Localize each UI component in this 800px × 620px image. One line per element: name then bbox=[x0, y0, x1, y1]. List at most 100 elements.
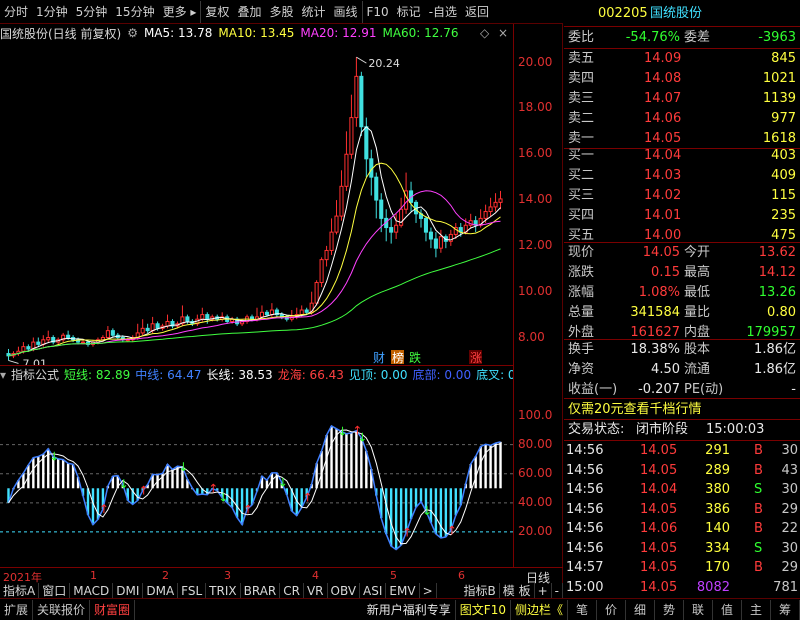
indicator-tab-7[interactable]: BRAR bbox=[241, 583, 281, 599]
event-marker-0[interactable]: 财 bbox=[373, 351, 385, 365]
toolbar-item-0[interactable]: 分时 bbox=[0, 1, 32, 23]
indicator-menu-icon[interactable]: ▾ bbox=[0, 368, 6, 382]
tab-right-2[interactable]: + bbox=[535, 583, 552, 599]
toolbar-item-7[interactable]: 多股 bbox=[265, 1, 297, 23]
quote-header: 002205 国统股份 bbox=[564, 4, 800, 24]
quote-tab-4[interactable]: 联 bbox=[684, 599, 713, 620]
sell-arrow-icon: ↓ bbox=[49, 450, 59, 464]
tab-right-0[interactable]: 指标B bbox=[461, 583, 500, 599]
indicator-tab-6[interactable]: TRIX bbox=[206, 583, 241, 599]
bid-price: 14.03 bbox=[644, 168, 682, 183]
diamond-icon[interactable]: ◇ bbox=[480, 26, 489, 40]
indicator-tab-12[interactable]: EMV bbox=[386, 583, 420, 599]
thousand-level-promo[interactable]: 仅需20元查看千档行情 bbox=[568, 400, 702, 420]
tab-scroll-right-icon[interactable]: > bbox=[420, 583, 437, 599]
candle-body bbox=[498, 198, 503, 203]
stock-name[interactable]: 国统股份 bbox=[650, 4, 702, 24]
indicator-legend: ▾ 指标公式 短线: 82.89 中线: 64.47 长线: 38.53 龙海:… bbox=[0, 365, 513, 383]
quote-tab-1[interactable]: 价 bbox=[597, 599, 626, 620]
stat-row: 涨跌 0.15 最高 14.12 bbox=[564, 263, 800, 283]
bid-label: 买二 bbox=[568, 168, 595, 183]
event-marker-3[interactable]: 涨 bbox=[470, 350, 482, 365]
kline-legend: 国统股份(日线 前复权) ⚙ MA5: 13.78 MA10: 13.45 MA… bbox=[0, 24, 513, 42]
kline-chart[interactable]: 20.24 7.01 财榜跌 涨 bbox=[0, 42, 513, 365]
quote-tab-2[interactable]: 细 bbox=[626, 599, 655, 620]
stat-value: 14.12 bbox=[758, 265, 796, 280]
toolbar-item-4[interactable]: 更多 ▸ bbox=[159, 1, 201, 23]
candle-body bbox=[185, 316, 190, 322]
candle-body bbox=[428, 231, 433, 240]
stat-value: 18.38% bbox=[630, 342, 680, 357]
tab-right-3[interactable]: - bbox=[552, 583, 563, 599]
high-pointer bbox=[356, 56, 367, 64]
promo-link[interactable]: 新用户福利专享 bbox=[363, 599, 456, 620]
indicator-bar bbox=[434, 488, 438, 534]
tick-side: B bbox=[754, 521, 763, 536]
stat-label: 最低 bbox=[684, 285, 711, 300]
quote-tab-6[interactable]: 主 bbox=[742, 599, 771, 620]
indicator-tab-8[interactable]: CR bbox=[280, 583, 304, 599]
bottom-left-2[interactable]: 财富圈 bbox=[90, 599, 136, 620]
promo-row: 仅需20元查看千档行情 bbox=[564, 400, 800, 420]
date-month: 4 bbox=[312, 569, 319, 582]
tick-side: B bbox=[754, 501, 763, 517]
graph-f10-link[interactable]: 图文F10 bbox=[456, 599, 511, 620]
toolbar-item-5[interactable]: 复权 bbox=[200, 0, 233, 23]
stock-code[interactable]: 002205 bbox=[598, 4, 648, 24]
toolbar-item-12[interactable]: -自选 bbox=[425, 1, 461, 23]
settings-gear-icon[interactable]: ⚙ bbox=[127, 26, 138, 40]
bid-row: 买二 14.03 409 bbox=[564, 166, 800, 186]
bid-volume: 115 bbox=[771, 188, 796, 203]
indicator-tab-5[interactable]: FSL bbox=[178, 583, 207, 599]
toolbar-item-10[interactable]: F10 bbox=[361, 0, 393, 23]
chart-panel: 国统股份(日线 前复权) ⚙ MA5: 13.78 MA10: 13.45 MA… bbox=[0, 24, 563, 599]
indicator-tab-0[interactable]: 指标A bbox=[0, 583, 40, 599]
kline-y-tick: 10.00 bbox=[518, 283, 553, 298]
weibi-label: 委比 bbox=[568, 30, 595, 45]
quote-tab-0[interactable]: 笔 bbox=[568, 599, 597, 620]
toolbar-item-6[interactable]: 叠加 bbox=[233, 1, 265, 23]
candle-body bbox=[105, 330, 110, 339]
indicator-tab-2[interactable]: MACD bbox=[70, 583, 114, 599]
close-icon[interactable]: × bbox=[498, 26, 508, 40]
tick-count: 30 bbox=[781, 540, 798, 556]
event-marker-1[interactable]: 榜 bbox=[392, 350, 404, 365]
candle-body bbox=[259, 311, 264, 318]
quote-tab-7[interactable]: 筹 bbox=[771, 599, 800, 620]
quote-tab-3[interactable]: 势 bbox=[655, 599, 684, 620]
bottom-left-0[interactable]: 扩展 bbox=[0, 599, 34, 620]
event-marker-2[interactable]: 跌 bbox=[409, 350, 421, 365]
tab-right-1[interactable]: 模 板 bbox=[500, 583, 535, 599]
stat-label: 涨跌 bbox=[568, 265, 595, 280]
bottom-label: 底部: 0.00 bbox=[412, 368, 472, 382]
indicator-tab-11[interactable]: ASI bbox=[360, 583, 387, 599]
bid-row: 买四 14.01 235 bbox=[564, 206, 800, 226]
status-row: 交易状态: 闭市阶段 15:00:03 bbox=[564, 420, 800, 440]
candle-body bbox=[46, 337, 51, 341]
long-line bbox=[8, 429, 501, 545]
toolbar-item-8[interactable]: 统计 bbox=[297, 1, 329, 23]
divider bbox=[564, 26, 800, 27]
indicator-tab-1[interactable]: 窗口 bbox=[39, 583, 71, 599]
toolbar-item-9[interactable]: 画线 bbox=[329, 1, 361, 23]
bottom-left-1[interactable]: 关联报价 bbox=[33, 599, 91, 620]
indicator-tab-10[interactable]: OBV bbox=[328, 583, 361, 599]
ma60-label: MA60: 12.76 bbox=[382, 26, 459, 40]
toolbar-item-1[interactable]: 1分钟 bbox=[32, 1, 72, 23]
indicator-tab-3[interactable]: DMI bbox=[113, 583, 144, 599]
indicator-tab-9[interactable]: VR bbox=[304, 583, 328, 599]
indicator-chart[interactable]: ↓↑↓ ↑↓↑↓↑↓↑↓ ↑↓↑↓↑ bbox=[0, 383, 513, 567]
toolbar-item-2[interactable]: 5分钟 bbox=[72, 1, 112, 23]
tick-volume: 334 bbox=[705, 540, 730, 556]
bid-label: 买三 bbox=[568, 188, 595, 203]
indicator-tab-4[interactable]: DMA bbox=[143, 583, 179, 599]
sidebar-toggle[interactable]: 侧边栏《 bbox=[511, 599, 568, 620]
quote-tab-5[interactable]: 值 bbox=[713, 599, 742, 620]
toolbar-item-11[interactable]: 标记 bbox=[393, 1, 425, 23]
stat-row: 涨幅 1.08% 最低 13.26 bbox=[564, 283, 800, 303]
tick-volume: 386 bbox=[705, 501, 730, 517]
stat-value: 1.86亿 bbox=[754, 362, 796, 377]
toolbar-item-3[interactable]: 15分钟 bbox=[111, 1, 158, 23]
toolbar-item-13[interactable]: 返回 bbox=[461, 1, 493, 23]
kline-y-tick: 8.00 bbox=[518, 329, 545, 344]
